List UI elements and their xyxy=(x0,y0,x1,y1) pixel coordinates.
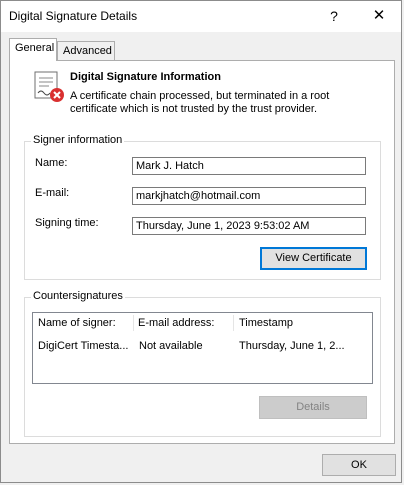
countersignatures-group: Countersignatures Name of signer: E-mail… xyxy=(24,290,381,437)
email-field[interactable]: markjhatch@hotmail.com xyxy=(132,187,366,205)
column-header-email[interactable]: E-mail address: xyxy=(138,313,214,333)
tab-advanced[interactable]: Advanced xyxy=(57,41,115,62)
general-panel: Digital Signature Information A certific… xyxy=(9,60,395,444)
email-label: E-mail: xyxy=(35,187,70,199)
close-button[interactable]: ✕ xyxy=(367,5,391,27)
column-header-name[interactable]: Name of signer: xyxy=(38,313,116,333)
signer-information-legend: Signer information xyxy=(31,134,125,146)
column-header-timestamp[interactable]: Timestamp xyxy=(239,313,293,333)
countersignatures-legend: Countersignatures xyxy=(31,290,125,302)
row-signer-name: DigiCert Timesta... xyxy=(38,340,129,352)
tab-advanced-label: Advanced xyxy=(63,45,112,57)
column-divider[interactable] xyxy=(233,315,234,331)
row-timestamp: Thursday, June 1, 2... xyxy=(239,340,345,352)
tab-general-label: General xyxy=(15,42,55,54)
signing-time-field[interactable]: Thursday, June 1, 2023 9:53:02 AM xyxy=(132,217,366,235)
name-field[interactable]: Mark J. Hatch xyxy=(132,157,366,175)
tab-general[interactable]: General xyxy=(9,38,57,61)
view-certificate-button[interactable]: View Certificate xyxy=(260,247,367,270)
info-text: A certificate chain processed, but termi… xyxy=(70,90,330,115)
signer-information-group: Signer information Name: Mark J. Hatch E… xyxy=(24,134,381,280)
ok-button[interactable]: OK xyxy=(322,454,396,476)
row-email: Not available xyxy=(139,340,203,352)
info-title: Digital Signature Information xyxy=(70,71,221,83)
details-button[interactable]: Details xyxy=(259,396,367,419)
certificate-warning-icon xyxy=(34,71,64,102)
name-label: Name: xyxy=(35,157,68,169)
countersignatures-list[interactable]: Name of signer: E-mail address: Timestam… xyxy=(32,312,373,384)
window-title: Digital Signature Details xyxy=(9,9,138,23)
signing-time-label: Signing time: xyxy=(35,217,99,229)
column-divider[interactable] xyxy=(133,315,134,331)
title-bar: Digital Signature Details ? ✕ xyxy=(1,1,401,32)
help-button[interactable]: ? xyxy=(322,5,346,27)
dialog-window: Digital Signature Details ? ✕ General Ad… xyxy=(0,0,402,483)
